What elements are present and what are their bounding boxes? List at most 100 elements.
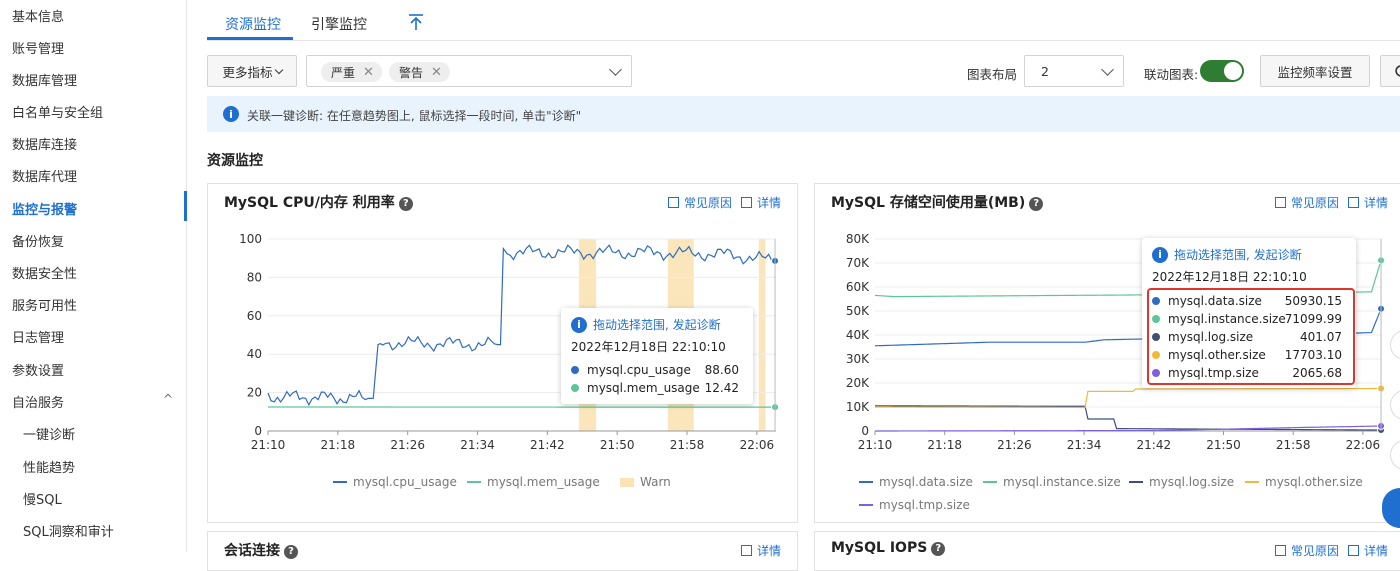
legend-mem-usage[interactable]: mysql.mem_usage xyxy=(467,475,600,489)
monitor-frequency-button[interactable]: 监控频率设置 xyxy=(1260,55,1370,87)
tooltip-head[interactable]: i 拖动选择范围, 发起诊断 xyxy=(571,316,721,333)
more-metrics-label: 更多指标 xyxy=(222,62,272,81)
legend-data-size[interactable]: mysql.data.size xyxy=(859,475,973,489)
severity-filter-select[interactable]: 严重 ✕ 警告 ✕ xyxy=(306,55,632,87)
y-tick-label: 10K xyxy=(846,400,870,414)
more-metrics-button[interactable]: 更多指标 xyxy=(207,55,297,87)
sidebar-item-accounts[interactable]: 账号管理 xyxy=(12,38,64,57)
x-tick-label: 21:58 xyxy=(670,438,705,452)
legend-warn[interactable]: Warn xyxy=(620,475,671,489)
legend-label: mysql.mem_usage xyxy=(487,475,600,489)
x-tick-label: 21:18 xyxy=(321,438,356,452)
external-link-icon xyxy=(1275,545,1286,556)
sessions-card: 会话连接? 详情 xyxy=(207,531,798,571)
tooltip-row: mysql.cpu_usage xyxy=(571,363,691,377)
common-causes-link[interactable]: 常见原因 xyxy=(668,194,732,211)
details-link[interactable]: 详情 xyxy=(1348,542,1388,559)
legend-tmp-size[interactable]: mysql.tmp.size xyxy=(859,498,970,512)
help-icon[interactable]: ? xyxy=(1029,197,1043,211)
legend-cpu-usage[interactable]: mysql.cpu_usage xyxy=(333,475,457,489)
sidebar-item-connection[interactable]: 数据库连接 xyxy=(12,134,77,153)
sidebar-item-databases[interactable]: 数据库管理 xyxy=(12,70,77,89)
details-label: 详情 xyxy=(1364,196,1388,210)
sidebar-item-backup[interactable]: 备份恢复 xyxy=(12,231,64,250)
chevron-down-icon xyxy=(1101,63,1114,76)
section-title: 资源监控 xyxy=(207,150,263,170)
sidebar-item-proxy[interactable]: 数据库代理 xyxy=(12,166,77,185)
sidebar-item-whitelist[interactable]: 白名单与安全组 xyxy=(12,102,103,121)
x-tick-label: 21:10 xyxy=(858,438,893,452)
sidebar-item-data-security[interactable]: 数据安全性 xyxy=(12,263,77,282)
sidebar-item-availability[interactable]: 服务可用性 xyxy=(12,295,77,314)
chevron-down-icon xyxy=(609,63,622,76)
help-icon[interactable]: ? xyxy=(931,542,945,556)
tooltip-value: 88.60 xyxy=(705,363,739,377)
y-tick-label: 60 xyxy=(247,309,262,323)
tooltip-diagnose-text: 拖动选择范围, 发起诊断 xyxy=(1174,246,1302,263)
sidebar-item-logs[interactable]: 日志管理 xyxy=(12,327,64,346)
x-tick-label: 21:58 xyxy=(1276,438,1311,452)
x-tick-label: 22:06 xyxy=(1346,438,1381,452)
legend-swatch xyxy=(983,481,997,483)
info-icon: i xyxy=(571,317,587,333)
sidebar-item-performance[interactable]: 性能趋势 xyxy=(23,457,75,476)
help-icon[interactable]: ? xyxy=(399,197,413,211)
card-title-text: 会话连接 xyxy=(224,543,280,559)
card-title: MySQL 存储空间使用量(MB)? xyxy=(831,192,1043,212)
sidebar-item-basic-info[interactable]: 基本信息 xyxy=(12,6,64,25)
card-title: MySQL IOPS? xyxy=(831,540,945,556)
cpu-memory-card: MySQL CPU/内存 利用率? 常见原因 详情 02040608010021… xyxy=(207,183,798,523)
legend-other-size[interactable]: mysql.other.size xyxy=(1245,475,1363,489)
details-icon xyxy=(1348,545,1359,556)
x-tick-label: 21:50 xyxy=(600,438,635,452)
series-dot xyxy=(571,384,579,392)
y-tick-label: 40K xyxy=(846,328,870,342)
diagnosis-info-bar: i 关联一键诊断: 在任意趋势图上, 鼠标选择一段时间, 单击"诊断" xyxy=(207,96,1400,132)
refresh-button[interactable] xyxy=(1380,55,1400,87)
sidebar-item-diagnosis[interactable]: 一键诊断 xyxy=(23,424,75,443)
scroll-to-top-icon[interactable] xyxy=(407,13,425,31)
details-icon xyxy=(741,545,752,556)
details-link[interactable]: 详情 xyxy=(741,194,781,211)
sidebar-item-slow-sql[interactable]: 慢SQL xyxy=(23,489,62,508)
x-tick-label: 21:26 xyxy=(390,438,425,452)
tab-bar: 资源监控 引擎监控 xyxy=(207,0,1400,41)
tooltip-diagnose-text: 拖动选择范围, 发起诊断 xyxy=(593,316,721,333)
sidebar-item-autonomy[interactable]: 自治服务 xyxy=(12,392,64,411)
info-bar-text: 关联一键诊断: 在任意趋势图上, 鼠标选择一段时间, 单击"诊断" xyxy=(247,107,581,124)
chevron-up-icon[interactable]: ^ xyxy=(163,392,173,406)
y-tick-label: 0 xyxy=(254,424,262,438)
close-icon[interactable]: ✕ xyxy=(363,65,374,80)
external-link-icon xyxy=(668,197,679,208)
chart-layout-label: 图表布局 xyxy=(967,64,1017,83)
x-tick-label: 21:18 xyxy=(927,438,962,452)
details-link[interactable]: 详情 xyxy=(1348,194,1388,211)
legend-swatch xyxy=(467,481,481,483)
x-tick-label: 22:06 xyxy=(740,438,775,452)
refresh-icon xyxy=(1394,64,1400,78)
sidebar-item-monitoring[interactable]: 监控与报警 xyxy=(12,199,77,218)
x-tick-label: 21:34 xyxy=(460,438,495,452)
y-tick-label: 60K xyxy=(846,280,870,294)
close-icon[interactable]: ✕ xyxy=(431,65,442,80)
y-tick-label: 100 xyxy=(239,232,262,246)
storage-usage-card: MySQL 存储空间使用量(MB)? 常见原因 详情 010K20K30K40K… xyxy=(814,183,1400,523)
x-tick-label: 21:42 xyxy=(530,438,565,452)
sidebar: 基本信息 账号管理 数据库管理 白名单与安全组 数据库连接 数据库代理 监控与报… xyxy=(0,0,187,552)
sidebar-item-sql-audit[interactable]: SQL洞察和审计 xyxy=(23,521,114,540)
common-causes-link[interactable]: 常见原因 xyxy=(1275,542,1339,559)
common-causes-link[interactable]: 常见原因 xyxy=(1275,194,1339,211)
tab-engine-monitor[interactable]: 引擎监控 xyxy=(311,14,367,34)
tab-resource-monitor[interactable]: 资源监控 xyxy=(225,14,281,34)
tooltip-head[interactable]: i拖动选择范围, 发起诊断 xyxy=(1152,246,1302,263)
chart-layout-select[interactable]: 2 xyxy=(1024,55,1124,87)
card-title: 会话连接? xyxy=(224,540,298,560)
details-link[interactable]: 详情 xyxy=(741,542,781,559)
legend-log-size[interactable]: mysql.log.size xyxy=(1129,475,1234,489)
sidebar-item-params[interactable]: 参数设置 xyxy=(12,360,64,379)
linked-charts-toggle[interactable] xyxy=(1200,60,1244,82)
help-icon[interactable]: ? xyxy=(284,545,298,559)
legend-instance-size[interactable]: mysql.instance.size xyxy=(983,475,1121,489)
series-line xyxy=(875,406,1381,430)
main-content: 资源监控 引擎监控 更多指标 严重 ✕ 警告 ✕ 图表布局 2 xyxy=(187,0,1400,552)
